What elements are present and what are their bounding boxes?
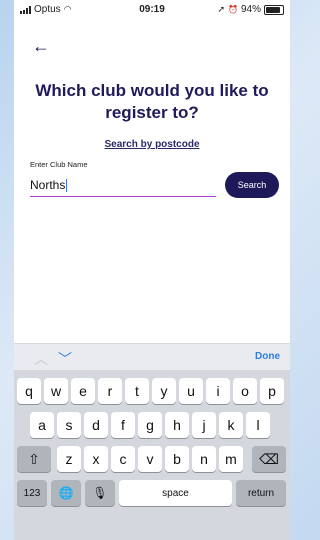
key-h[interactable]: h — [165, 412, 189, 438]
key-m[interactable]: m — [219, 446, 243, 472]
shift-key-icon[interactable]: ⇧ — [17, 446, 51, 472]
page-title: Which club would you like to register to… — [35, 81, 269, 122]
battery-icon — [264, 4, 284, 15]
key-k[interactable]: k — [219, 412, 243, 438]
key-f[interactable]: f — [111, 412, 135, 438]
keyboard-toolbar: ︿ ﹀ Done — [14, 343, 290, 371]
globe-key-icon[interactable]: 🌐 — [51, 480, 81, 506]
key-w[interactable]: w — [44, 378, 68, 404]
previous-field-icon[interactable]: ︿ — [34, 349, 48, 369]
back-arrow-icon[interactable]: ← — [32, 36, 50, 57]
key-t[interactable]: t — [125, 378, 149, 404]
key-a[interactable]: a — [30, 412, 54, 438]
alarm-icon: ⏰ — [228, 5, 238, 14]
key-e[interactable]: e — [71, 378, 95, 404]
key-o[interactable]: o — [233, 378, 257, 404]
status-right: ➚ ⏰ 94% — [217, 4, 284, 15]
club-name-value: Norths — [30, 178, 66, 192]
key-n[interactable]: n — [192, 446, 216, 472]
search-button[interactable]: Search — [225, 172, 279, 198]
location-icon: ➚ — [217, 4, 226, 14]
key-x[interactable]: x — [84, 446, 108, 472]
key-g[interactable]: g — [138, 412, 162, 438]
key-p[interactable]: p — [260, 378, 284, 404]
key-b[interactable]: b — [165, 446, 189, 472]
key-j[interactable]: j — [192, 412, 216, 438]
return-key[interactable]: return — [236, 480, 286, 506]
key-s[interactable]: s — [57, 412, 81, 438]
field-navigation: ︿ ﹀ — [34, 349, 72, 369]
club-name-input[interactable]: Norths — [30, 174, 216, 197]
search-by-postcode-link[interactable]: Search by postcode — [14, 139, 290, 150]
keyboard-done-button[interactable]: Done — [255, 351, 280, 362]
next-field-icon[interactable]: ﹀ — [58, 349, 72, 369]
keyboard: q w e r t y u i o p a s d f g h j k l ⇧ … — [14, 370, 290, 540]
phone-screen: Optus ◠ 09:19 ➚ ⏰ 94% ← Which club would… — [14, 0, 290, 540]
key-q[interactable]: q — [17, 378, 41, 404]
space-key[interactable]: space — [119, 480, 232, 506]
key-r[interactable]: r — [98, 378, 122, 404]
club-name-label: Enter Club Name — [30, 160, 88, 169]
key-c[interactable]: c — [111, 446, 135, 472]
key-i[interactable]: i — [206, 378, 230, 404]
microphone-key-icon[interactable]: 🎙 — [85, 480, 115, 506]
key-d[interactable]: d — [84, 412, 108, 438]
key-y[interactable]: y — [152, 378, 176, 404]
backspace-key-icon[interactable]: ⌫ — [252, 446, 286, 472]
key-z[interactable]: z — [57, 446, 81, 472]
text-cursor — [66, 178, 68, 192]
key-v[interactable]: v — [138, 446, 162, 472]
key-u[interactable]: u — [179, 378, 203, 404]
status-bar: Optus ◠ 09:19 ➚ ⏰ 94% — [14, 0, 290, 20]
battery-percent: 94% — [240, 4, 261, 15]
key-l[interactable]: l — [246, 412, 270, 438]
numbers-key[interactable]: 123 — [17, 480, 47, 506]
